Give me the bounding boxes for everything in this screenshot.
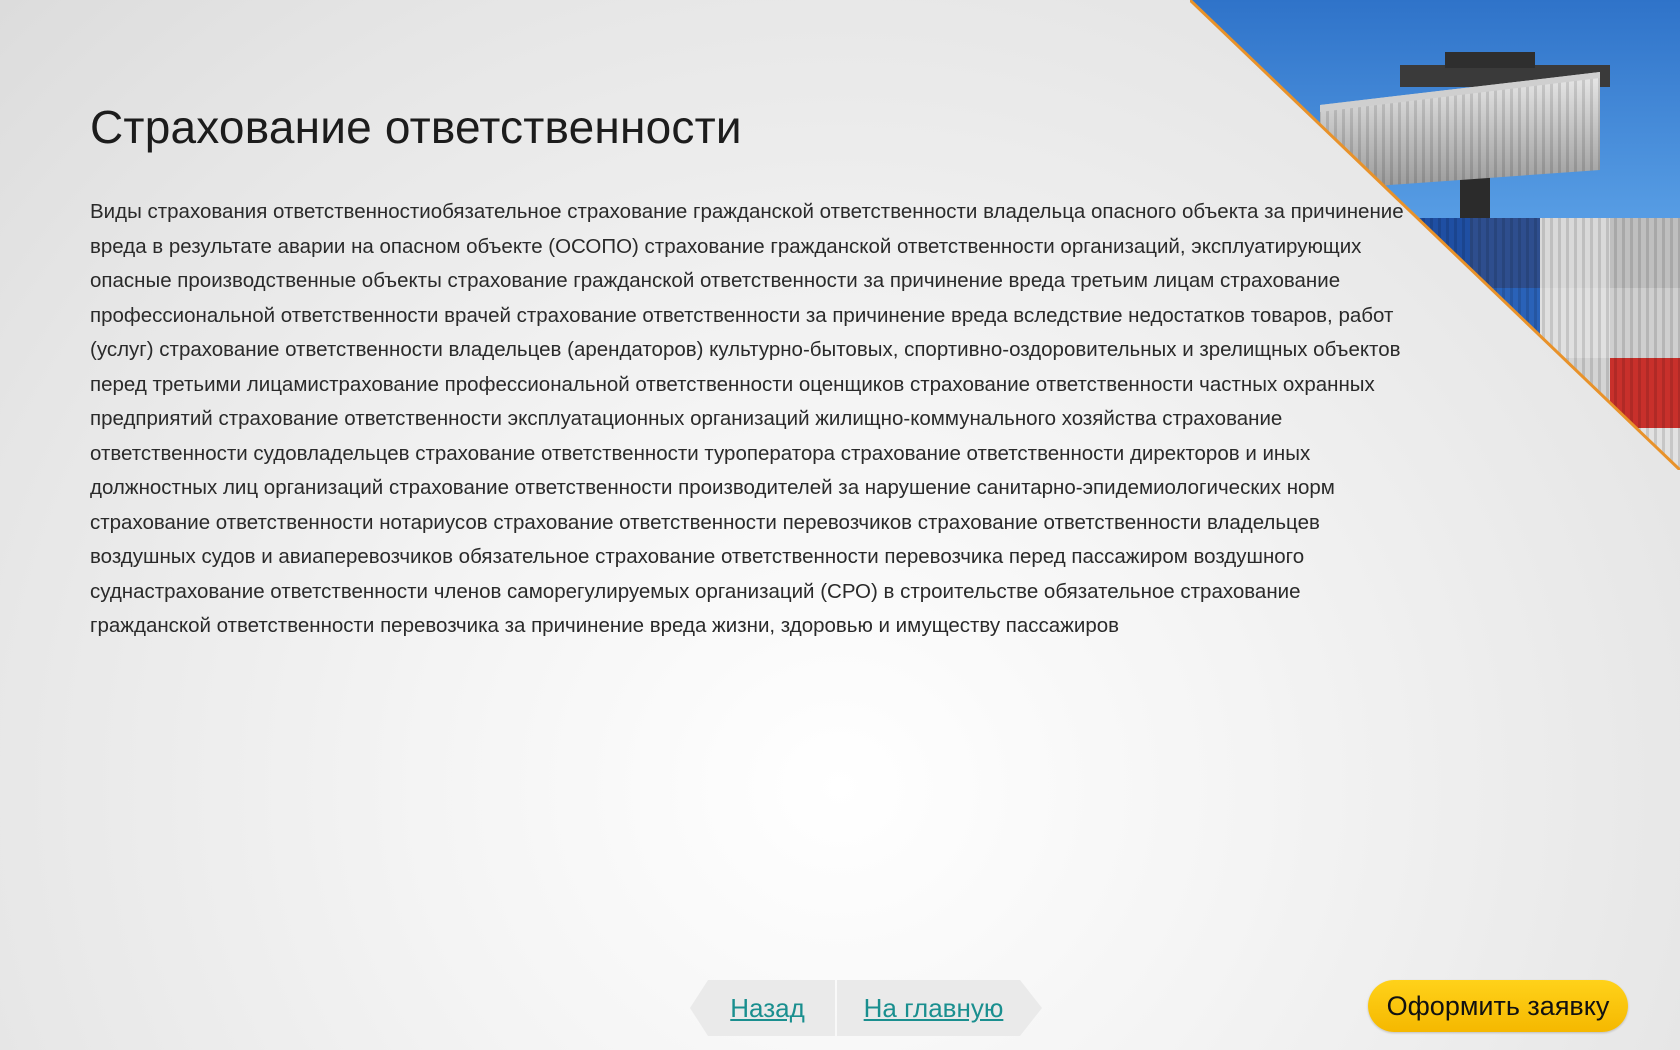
page-title: Страхование ответственности [90,101,742,153]
home-link[interactable]: На главную [837,980,1042,1036]
back-link[interactable]: Назад [690,980,835,1036]
page-body-text: Виды страхования ответственностиобязател… [90,200,1404,637]
order-request-button[interactable]: Оформить заявку [1368,980,1628,1032]
bottom-navigation: Назад На главную [690,980,1042,1036]
